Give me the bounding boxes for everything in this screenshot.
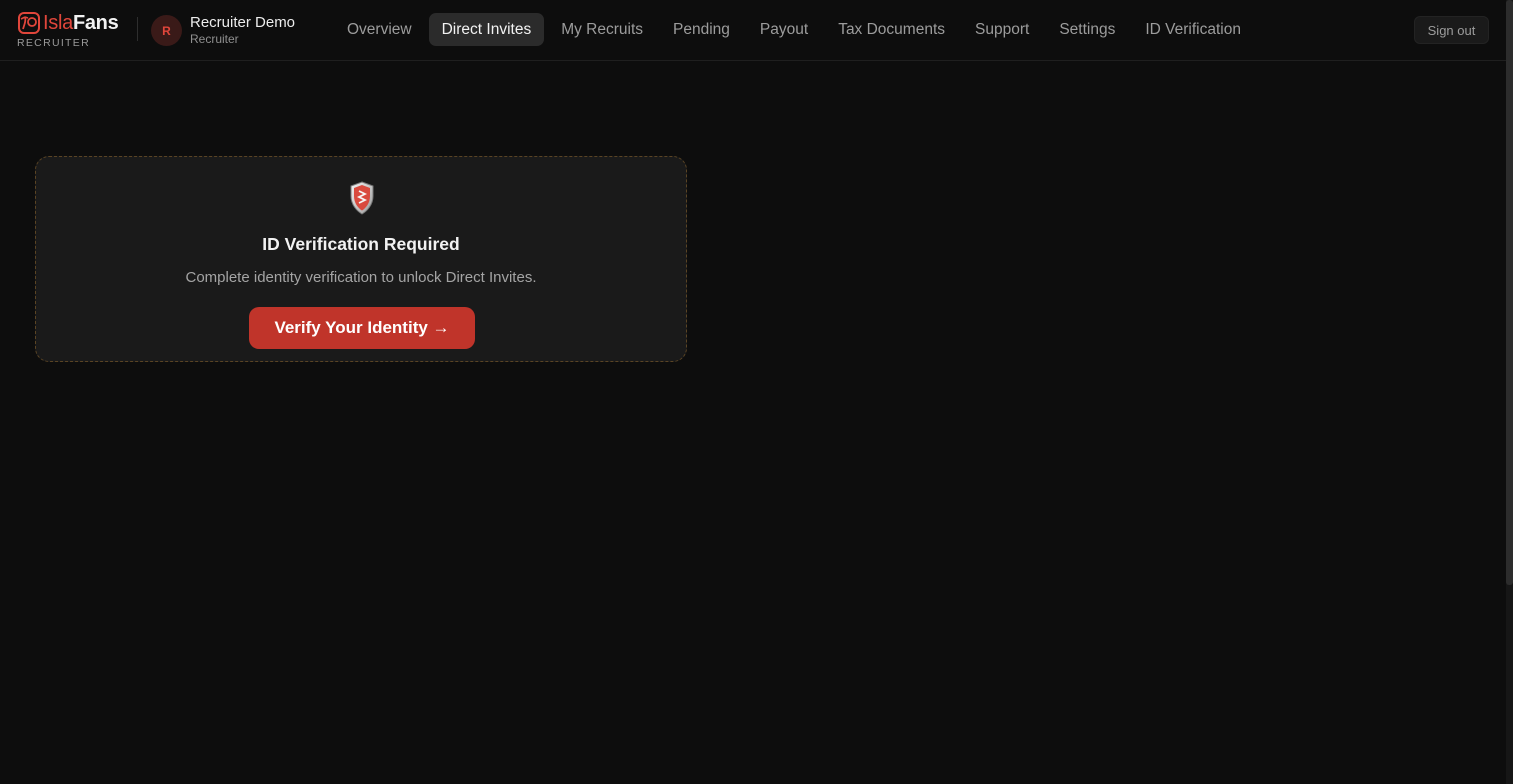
brand-row: IslaFans <box>17 11 127 35</box>
user-name: Recruiter Demo <box>190 14 296 31</box>
card-description: Complete identity verification to unlock… <box>185 269 537 286</box>
nav-item-id-verification[interactable]: ID Verification <box>1132 13 1254 46</box>
sign-out-button[interactable]: Sign out <box>1414 16 1489 44</box>
brand-logo[interactable]: IslaFans RECRUITER <box>17 11 127 51</box>
brand-name-part1: Isla <box>43 12 73 34</box>
nav-item-support[interactable]: Support <box>962 13 1042 46</box>
brand-subtitle: RECRUITER <box>17 37 90 49</box>
avatar: R <box>151 15 182 46</box>
main-nav: Overview Direct Invites My Recruits Pend… <box>334 13 1258 46</box>
card-title: ID Verification Required <box>262 234 460 254</box>
shield-icon <box>349 181 375 215</box>
nav-item-direct-invites[interactable]: Direct Invites <box>428 13 545 46</box>
palm-sun-logo-icon <box>17 11 41 35</box>
verify-identity-button[interactable]: Verify Your Identity → <box>249 307 475 349</box>
header-divider <box>137 17 138 41</box>
nav-item-pending[interactable]: Pending <box>660 13 743 46</box>
nav-item-tax-documents[interactable]: Tax Documents <box>825 13 958 46</box>
page-scrollbar-thumb[interactable] <box>1506 0 1513 585</box>
nav-item-settings[interactable]: Settings <box>1046 13 1128 46</box>
nav-item-payout[interactable]: Payout <box>747 13 821 46</box>
brand-name-part2: Fans <box>72 12 119 34</box>
nav-item-overview[interactable]: Overview <box>334 13 425 46</box>
top-navigation-bar: IslaFans RECRUITER R Recruiter Demo Recr… <box>0 0 1506 61</box>
user-role: Recruiter <box>190 32 239 46</box>
brand-name: IslaFans <box>43 11 119 35</box>
id-verification-card: ID Verification Required Complete identi… <box>35 156 687 362</box>
nav-item-my-recruits[interactable]: My Recruits <box>548 13 656 46</box>
